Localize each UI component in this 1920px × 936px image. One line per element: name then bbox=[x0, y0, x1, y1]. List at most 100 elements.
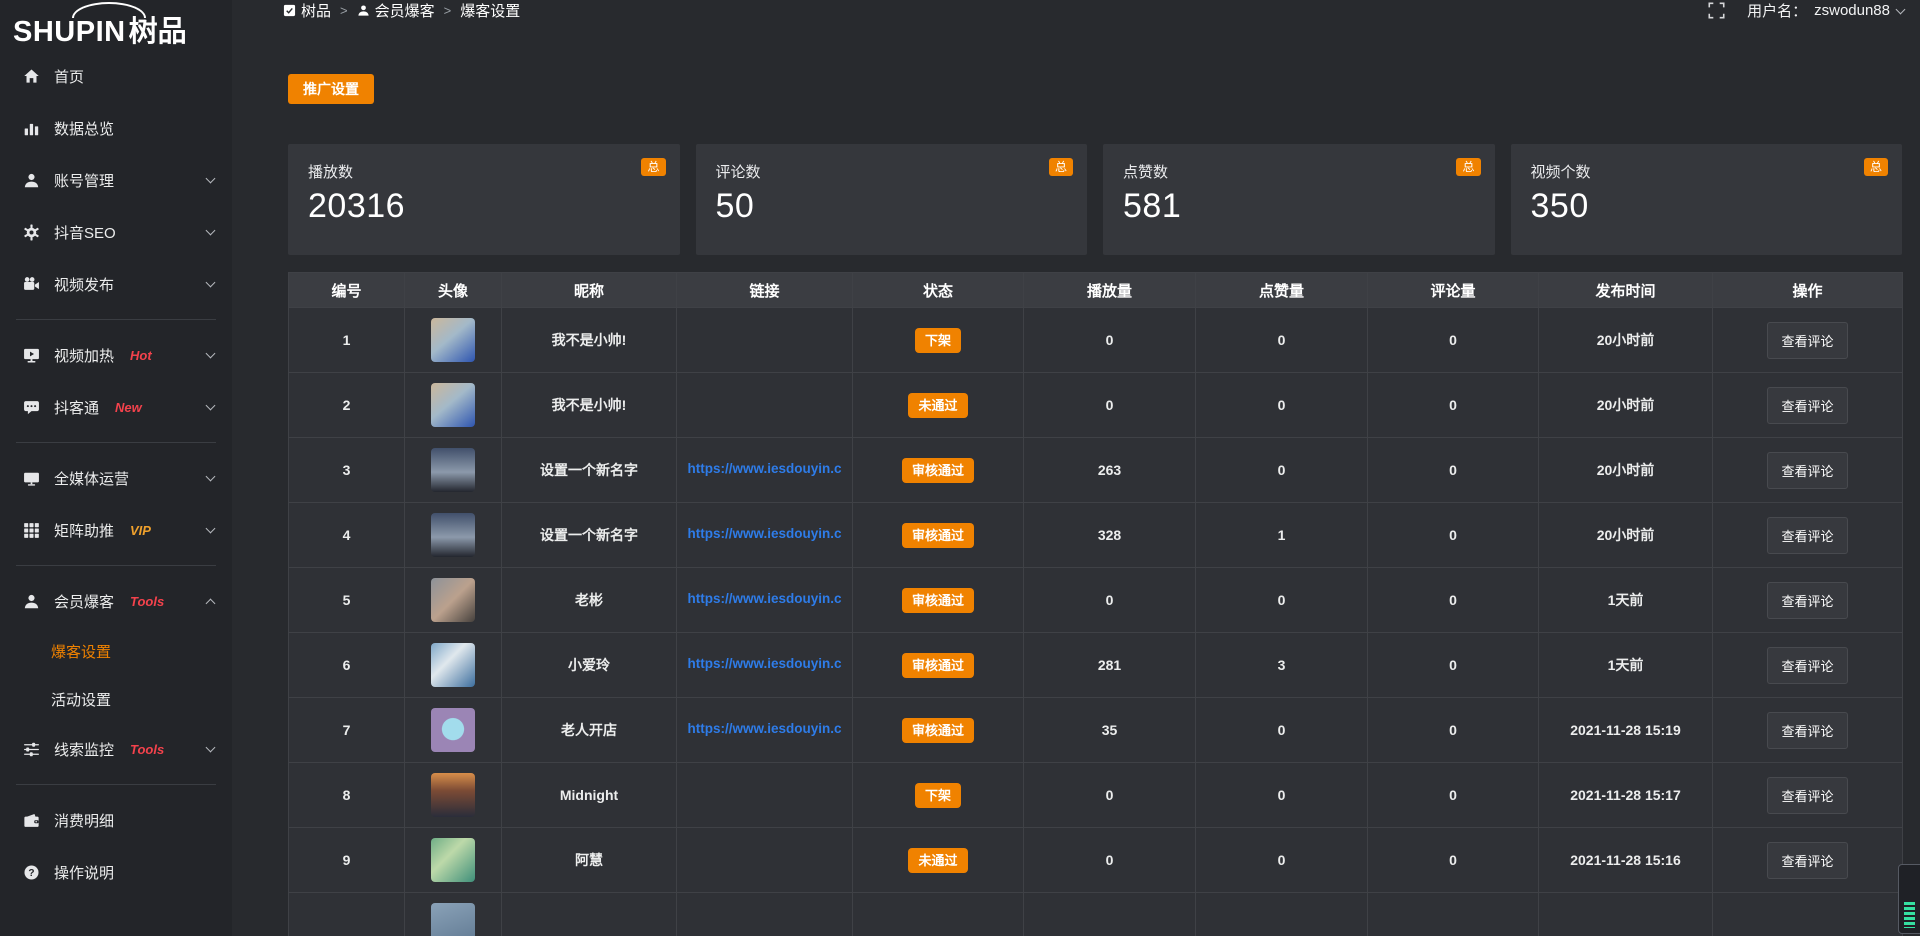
cell-avatar bbox=[405, 893, 502, 936]
cell-plays: 0 bbox=[1024, 828, 1196, 893]
cell-nickname: 设置一个新名字 bbox=[502, 438, 677, 503]
cell-status: 审核通过 bbox=[853, 438, 1024, 503]
cell-id: 2 bbox=[289, 373, 405, 438]
sidebar-divider bbox=[16, 319, 216, 320]
avatar bbox=[431, 838, 475, 882]
view-comments-button[interactable]: 查看评论 bbox=[1767, 322, 1847, 359]
cell-likes: 0 bbox=[1196, 698, 1368, 763]
chevron-down-icon bbox=[206, 742, 216, 752]
avatar bbox=[431, 643, 475, 687]
sidebar-divider bbox=[16, 565, 216, 566]
table-row: 9阿慧未通过0002021-11-28 15:16查看评论 bbox=[289, 828, 1903, 893]
cell-status: 审核通过 bbox=[853, 568, 1024, 633]
cell-avatar bbox=[405, 828, 502, 893]
grid-icon bbox=[23, 522, 40, 539]
cell-time: 1天前 bbox=[1539, 568, 1713, 633]
cell-comments: 0 bbox=[1368, 828, 1539, 893]
app-icon bbox=[283, 4, 296, 17]
cell-comments: 0 bbox=[1368, 698, 1539, 763]
sidebar-item-douketong[interactable]: 抖客通 New bbox=[0, 381, 232, 433]
view-comments-button[interactable]: 查看评论 bbox=[1767, 712, 1847, 749]
sidebar-item-badge: VIP bbox=[130, 523, 151, 538]
chevron-down-icon bbox=[1896, 5, 1906, 15]
chevron-down-icon bbox=[206, 400, 216, 410]
sidebar-item-label: 线索监控 bbox=[54, 739, 114, 760]
sidebar-item-douyin-seo[interactable]: 抖音SEO bbox=[0, 206, 232, 258]
sidebar-subitem-baoke-settings[interactable]: 爆客设置 bbox=[0, 627, 232, 675]
video-link[interactable]: https://www.iesdouyin.c bbox=[687, 591, 841, 606]
sidebar-item-home[interactable]: 首页 bbox=[0, 50, 232, 102]
cell-time: 20小时前 bbox=[1539, 438, 1713, 503]
chevron-down-icon bbox=[206, 348, 216, 358]
video-link[interactable]: https://www.iesdouyin.c bbox=[687, 526, 841, 541]
sidebar-item-label: 视频加热 bbox=[54, 345, 114, 366]
sidebar-item-operation-guide[interactable]: ? 操作说明 bbox=[0, 846, 232, 898]
user-icon bbox=[357, 4, 370, 17]
help-icon: ? bbox=[23, 864, 40, 881]
promo-settings-button[interactable]: 推广设置 bbox=[288, 74, 374, 104]
home-icon bbox=[23, 68, 40, 85]
stat-card: 视频个数 350 总 bbox=[1511, 144, 1903, 255]
sidebar-item-video-publish[interactable]: 视频发布 bbox=[0, 258, 232, 310]
sidebar-item-data-overview[interactable]: 数据总览 bbox=[0, 102, 232, 154]
cell-plays: 0 bbox=[1024, 568, 1196, 633]
bar-chart-icon bbox=[23, 120, 40, 137]
cell-action: 查看评论 bbox=[1713, 438, 1903, 503]
view-comments-button[interactable]: 查看评论 bbox=[1767, 582, 1847, 619]
sidebar-item-account-management[interactable]: 账号管理 bbox=[0, 154, 232, 206]
cell-time: 2021-11-28 15:17 bbox=[1539, 763, 1713, 828]
user-menu[interactable]: 用户名：zswodun88 bbox=[1747, 0, 1904, 21]
avatar bbox=[431, 773, 475, 817]
sidebar-item-video-heat[interactable]: 视频加热 Hot bbox=[0, 329, 232, 381]
avatar bbox=[431, 318, 475, 362]
sidebar-nav: 首页 数据总览 账号管理 抖音SEO 视频发布 视频加热 Hot 抖客通 New… bbox=[0, 50, 232, 898]
sidebar-item-label: 抖音SEO bbox=[54, 222, 116, 243]
total-badge: 总 bbox=[1864, 158, 1888, 176]
total-badge: 总 bbox=[641, 158, 665, 176]
cell-action: 查看评论 bbox=[1713, 373, 1903, 438]
cell-comments: 0 bbox=[1368, 503, 1539, 568]
cell-likes: 0 bbox=[1196, 828, 1368, 893]
sidebar-item-label: 账号管理 bbox=[54, 170, 114, 191]
table-header-row: 编号头像昵称链接状态播放量点赞量评论量发布时间操作 bbox=[289, 273, 1903, 308]
stat-label: 播放数 bbox=[308, 161, 660, 182]
floating-widget[interactable] bbox=[1898, 864, 1920, 934]
video-link[interactable]: https://www.iesdouyin.c bbox=[687, 656, 841, 671]
cell-plays: 0 bbox=[1024, 373, 1196, 438]
total-badge: 总 bbox=[1049, 158, 1073, 176]
column-header: 点赞量 bbox=[1196, 273, 1368, 308]
brand-logo[interactable]: SHUPIN树品 bbox=[0, 0, 232, 50]
cell-link: https://www.iesdouyin.c bbox=[677, 438, 853, 503]
stat-value: 350 bbox=[1531, 187, 1883, 226]
video-link[interactable]: https://www.iesdouyin.c bbox=[687, 721, 841, 736]
view-comments-button[interactable]: 查看评论 bbox=[1767, 517, 1847, 554]
stat-value: 20316 bbox=[308, 187, 660, 226]
sidebar-item-media-operation[interactable]: 全媒体运营 bbox=[0, 452, 232, 504]
column-header: 头像 bbox=[405, 273, 502, 308]
breadcrumb-item-member-baoke[interactable]: 会员爆客 bbox=[357, 0, 435, 21]
stat-label: 点赞数 bbox=[1123, 161, 1475, 182]
cell-nickname: 小爱玲 bbox=[502, 633, 677, 698]
cell-link bbox=[677, 893, 853, 936]
sidebar-item-consume-detail[interactable]: 消费明细 bbox=[0, 794, 232, 846]
view-comments-button[interactable]: 查看评论 bbox=[1767, 647, 1847, 684]
view-comments-button[interactable]: 查看评论 bbox=[1767, 777, 1847, 814]
sidebar-item-label: 操作说明 bbox=[54, 862, 114, 883]
cell-likes: 0 bbox=[1196, 568, 1368, 633]
cell-status: 下架 bbox=[853, 308, 1024, 373]
fullscreen-icon[interactable] bbox=[1708, 2, 1725, 19]
sidebar-item-label: 首页 bbox=[54, 66, 84, 87]
gear-icon bbox=[23, 224, 40, 241]
sidebar-item-matrix-boost[interactable]: 矩阵助推 VIP bbox=[0, 504, 232, 556]
view-comments-button[interactable]: 查看评论 bbox=[1767, 387, 1847, 424]
view-comments-button[interactable]: 查看评论 bbox=[1767, 842, 1847, 879]
breadcrumb-item-shupin[interactable]: 树品 bbox=[283, 0, 331, 21]
table-row: 4设置一个新名字https://www.iesdouyin.c审核通过32810… bbox=[289, 503, 1903, 568]
view-comments-button[interactable]: 查看评论 bbox=[1767, 452, 1847, 489]
sidebar-item-clue-monitor[interactable]: 线索监控 Tools bbox=[0, 723, 232, 775]
video-link[interactable]: https://www.iesdouyin.c bbox=[687, 461, 841, 476]
cell-id: 3 bbox=[289, 438, 405, 503]
cell-link bbox=[677, 828, 853, 893]
sidebar-subitem-activity-settings[interactable]: 活动设置 bbox=[0, 675, 232, 723]
sidebar-item-member-baoke[interactable]: 会员爆客 Tools bbox=[0, 575, 232, 627]
